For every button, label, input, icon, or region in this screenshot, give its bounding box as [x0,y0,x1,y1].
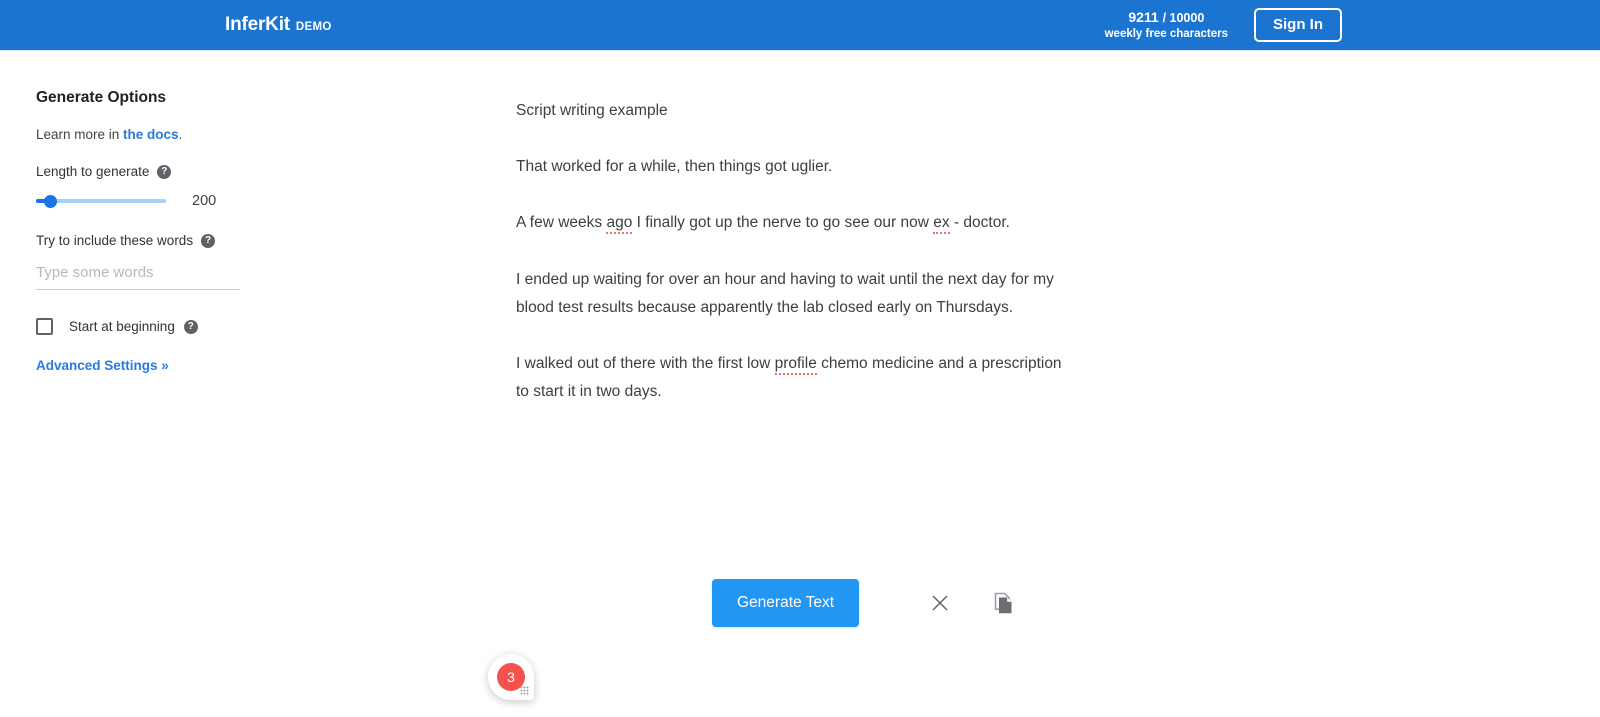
help-icon[interactable]: ? [183,319,198,334]
start-at-beginning-row: Start at beginning ? [36,318,480,335]
length-value: 200 [192,193,217,209]
text-editor[interactable]: Script writing example That worked for a … [516,97,1076,406]
length-label-text: Length to generate [36,164,150,179]
docs-link[interactable]: the docs [123,127,179,142]
editor-paragraph: I ended up waiting for over an hour and … [516,270,1054,316]
icon-button-group [929,591,1015,615]
editor-paragraph: I walked out of there with the first low… [516,355,1062,401]
widget-grip-icon[interactable] [520,686,529,695]
help-icon[interactable]: ? [157,164,172,179]
include-words-label: Try to include these words ? [36,233,480,248]
page-body: Generate Options Learn more in the docs.… [0,51,1600,717]
close-icon[interactable] [929,592,951,614]
docs-hint-suffix: . [178,127,183,142]
brand-logo: InferKit DEMO [225,14,332,36]
header-right-group: 9211 / 10000 weekly free characters Sign… [1105,8,1342,42]
include-words-input[interactable] [36,262,240,290]
brand-name: InferKit [225,14,290,35]
slider-thumb[interactable] [44,195,57,208]
quota-total: / 10000 [1162,11,1205,25]
quota-display: 9211 / 10000 weekly free characters [1105,9,1228,41]
main-content: Script writing example That worked for a … [480,51,1600,717]
docs-hint-prefix: Learn more in [36,127,124,142]
editor-paragraph: That worked for a while, then things got… [516,158,833,176]
app-header: InferKit DEMO 9211 / 10000 weekly free c… [0,0,1600,51]
floating-help-widget[interactable]: 3 [488,654,534,700]
sign-in-button[interactable]: Sign In [1254,8,1342,42]
action-bar: Generate Text [712,579,1015,627]
start-at-beginning-label-text: Start at beginning [69,319,175,334]
length-slider[interactable] [36,193,166,209]
copy-icon[interactable] [991,591,1015,615]
quota-used: 9211 [1128,9,1159,25]
generate-options-panel: Generate Options Learn more in the docs.… [0,51,480,717]
editor-paragraph: A few weeks ago I finally got up the ner… [516,209,1076,237]
include-words-label-text: Try to include these words [36,233,194,248]
length-slider-row: 200 [36,193,480,209]
start-at-beginning-checkbox[interactable] [36,318,53,335]
quota-amount: 9211 / 10000 [1105,9,1228,27]
advanced-settings-link[interactable]: Advanced Settings » [36,358,169,373]
generate-text-button[interactable]: Generate Text [712,579,860,627]
docs-hint: Learn more in the docs. [36,127,480,142]
quota-caption: weekly free characters [1104,27,1228,40]
start-at-beginning-label: Start at beginning ? [69,319,198,334]
length-to-generate-label: Length to generate ? [36,164,480,179]
misspelled-word: ex [933,214,950,235]
brand-tag: DEMO [295,21,332,33]
misspelled-word: ago [606,214,633,235]
misspelled-word: profile [774,355,817,376]
editor-paragraph: Script writing example [516,102,668,119]
help-icon[interactable]: ? [201,233,216,248]
panel-title: Generate Options [36,89,167,106]
